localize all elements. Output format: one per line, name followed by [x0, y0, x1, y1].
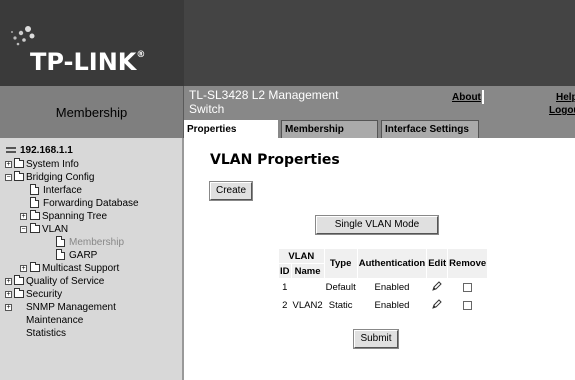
remove-cell: [448, 297, 487, 314]
logo: TP-LINK®: [0, 0, 184, 86]
tree-root-label: 192.168.1.1: [20, 145, 73, 156]
sidebar-item-label: Statistics: [26, 328, 67, 339]
sidebar-item-vlan[interactable]: − VLAN: [0, 223, 182, 236]
column-header-vlan: VLAN: [279, 249, 324, 263]
document-icon: [30, 184, 39, 195]
sidebar-item-label: Membership: [69, 237, 125, 248]
single-vlan-mode-button[interactable]: Single VLAN Mode: [315, 215, 439, 235]
vlan-table: VLAN Type Authentication Edit Remove ID …: [278, 248, 488, 315]
table-row: 1 Default Enabled: [279, 279, 487, 296]
page-title: VLAN Properties: [210, 152, 340, 168]
sidebar-item-label: Bridging Config: [26, 172, 95, 183]
divider: [482, 90, 484, 104]
sidebar-item-label: System Info: [26, 159, 79, 170]
column-header-remove: Remove: [448, 249, 488, 278]
document-icon: [56, 236, 65, 247]
sidebar: 192.168.1.1 + System Info − Bridging Con…: [0, 138, 184, 380]
sidebar-item-quality-of-service[interactable]: + Quality of Service: [0, 275, 182, 288]
column-header-id: ID: [279, 264, 291, 278]
main-panel: VLAN Properties Create Single VLAN Mode …: [186, 138, 575, 380]
folder-icon: [14, 158, 24, 168]
sidebar-item-label: VLAN: [42, 224, 69, 235]
folder-icon: [30, 223, 40, 233]
pencil-icon[interactable]: [432, 299, 442, 309]
column-header-authentication: Authentication: [357, 249, 427, 278]
folder-icon: [14, 275, 24, 285]
edit-cell: [427, 279, 447, 296]
vlan-type-cell: Default: [325, 282, 356, 293]
logo-text: TP-LINK®: [30, 48, 146, 76]
tab-bar: Properties Membership Interface Settings: [184, 120, 575, 139]
tab-properties[interactable]: Properties: [184, 120, 278, 139]
edit-cell: [427, 297, 447, 314]
vlan-auth-cell: Enabled: [374, 300, 410, 311]
column-header-type: Type: [324, 249, 357, 278]
sidebar-item-label: Quality of Service: [26, 276, 105, 287]
expand-icon[interactable]: +: [5, 161, 12, 168]
submit-button[interactable]: Submit: [353, 329, 399, 349]
sidebar-item-snmp-management[interactable]: + SNMP Management: [0, 301, 182, 314]
pencil-icon[interactable]: [432, 281, 442, 291]
tab-membership[interactable]: Membership: [281, 120, 378, 138]
folder-icon: [14, 171, 24, 181]
sidebar-item-label: Forwarding Database: [43, 198, 139, 209]
sidebar-item-label: Maintenance: [26, 315, 84, 326]
expand-icon[interactable]: +: [20, 265, 27, 272]
sidebar-item-label: Security: [26, 289, 63, 300]
sidebar-item-bridging-config[interactable]: − Bridging Config: [0, 171, 182, 184]
sidebar-item-label: GARP: [69, 250, 98, 261]
sidebar-item-forwarding-database[interactable]: Forwarding Database: [0, 197, 182, 210]
sidebar-item-label: Interface: [43, 185, 82, 196]
expand-icon[interactable]: +: [5, 304, 12, 311]
vlan-id-cell: 2: [282, 300, 288, 311]
sidebar-item-maintenance[interactable]: Maintenance: [0, 314, 182, 327]
expand-icon[interactable]: +: [5, 278, 12, 285]
folder-icon: [14, 288, 24, 298]
column-header-edit: Edit: [427, 249, 448, 278]
sidebar-item-membership[interactable]: Membership: [0, 236, 182, 249]
collapse-icon[interactable]: −: [5, 174, 12, 181]
product-title: TL-SL3428 L2 Management Switch: [189, 88, 339, 116]
document-icon: [30, 197, 39, 208]
sidebar-item-security[interactable]: + Security: [0, 288, 182, 301]
collapse-icon[interactable]: −: [20, 226, 27, 233]
vlan-type-cell: Static: [328, 300, 353, 311]
vlan-auth-cell: Enabled: [374, 282, 410, 293]
table-header-row: VLAN Type Authentication Edit Remove: [279, 249, 488, 278]
expand-icon[interactable]: +: [5, 291, 12, 298]
about-link[interactable]: About: [452, 92, 481, 103]
document-icon: [56, 249, 65, 260]
tree-root[interactable]: 192.168.1.1: [0, 144, 182, 158]
sidebar-item-label: Spanning Tree: [42, 211, 108, 222]
folder-icon: [30, 262, 40, 272]
sidebar-item-statistics[interactable]: Statistics: [0, 327, 182, 340]
logout-link[interactable]: Logout: [549, 105, 575, 116]
sidebar-item-label: Multicast Support: [42, 263, 120, 274]
sidebar-item-spanning-tree[interactable]: + Spanning Tree: [0, 210, 182, 223]
remove-checkbox[interactable]: [463, 300, 473, 310]
help-link[interactable]: Help: [556, 92, 575, 103]
vlan-name-cell: [292, 279, 324, 296]
logo-dots-icon: [11, 26, 35, 46]
network-root-icon: [6, 147, 16, 153]
section-label: Membership: [0, 86, 184, 138]
header-bar: TP-LINK®: [0, 0, 575, 86]
column-header-name: Name: [291, 264, 324, 278]
sidebar-item-system-info[interactable]: + System Info: [0, 158, 182, 171]
folder-icon: [30, 210, 40, 220]
vlan-id-cell: 1: [282, 282, 288, 293]
remove-checkbox[interactable]: [463, 282, 473, 292]
sidebar-item-interface[interactable]: Interface: [0, 184, 182, 197]
table-row: 2 VLAN2 Static Enabled: [279, 297, 487, 314]
expand-icon[interactable]: +: [20, 213, 27, 220]
vlan-name-cell: VLAN2: [292, 300, 323, 311]
sidebar-item-label: SNMP Management: [26, 302, 116, 313]
remove-cell: [448, 279, 487, 296]
sidebar-item-multicast-support[interactable]: + Multicast Support: [0, 262, 182, 275]
create-button[interactable]: Create: [209, 181, 253, 201]
sidebar-item-garp[interactable]: GARP: [0, 249, 182, 262]
tab-interface-settings[interactable]: Interface Settings: [381, 120, 479, 138]
